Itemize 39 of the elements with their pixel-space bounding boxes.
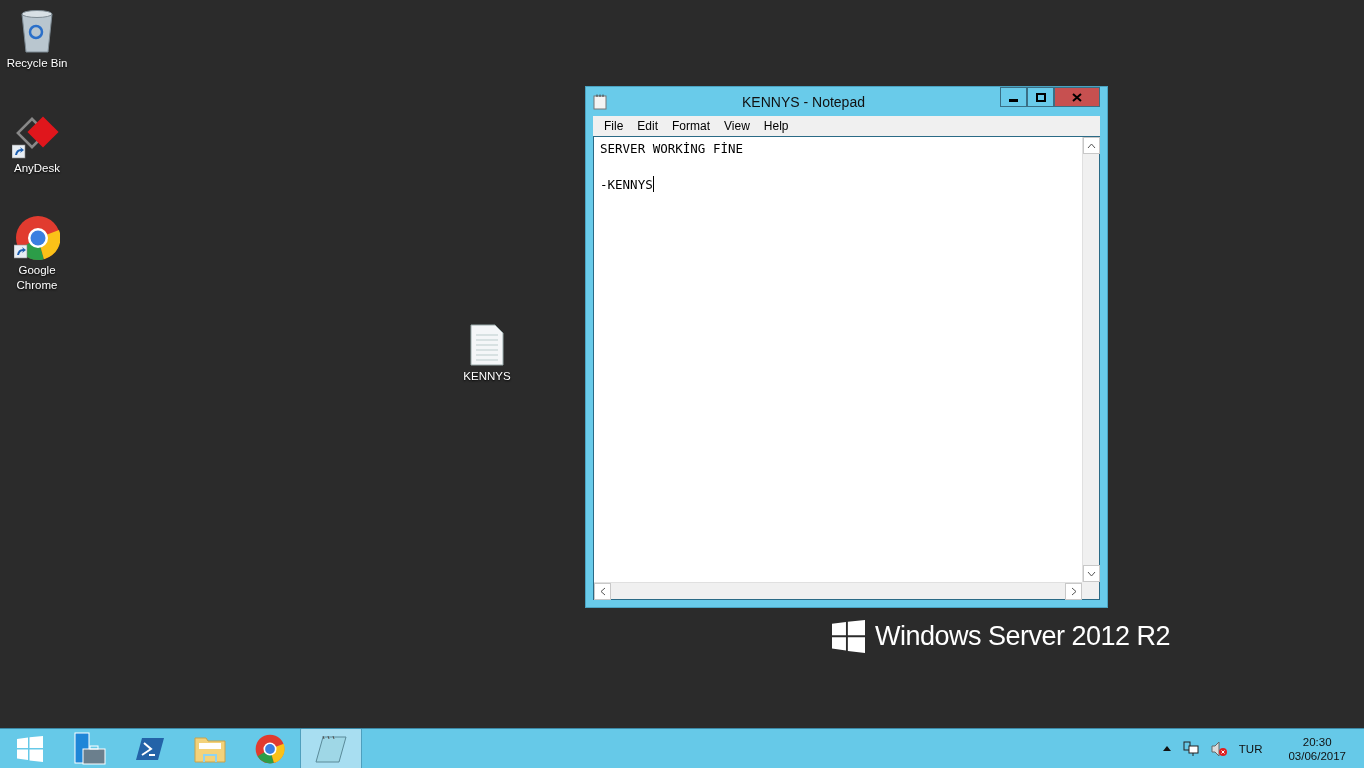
clock-date: 03/06/2017: [1288, 749, 1346, 762]
text-area[interactable]: SERVER WORKİNG FİNE -KENNYS: [593, 136, 1100, 600]
menu-item[interactable]: View: [717, 119, 757, 133]
os-branding-text: Windows Server 2012 R2: [875, 621, 1171, 652]
vertical-scrollbar[interactable]: [1082, 137, 1099, 582]
chevron-left-icon[interactable]: [599, 587, 606, 596]
chevron-up-icon[interactable]: [1087, 142, 1096, 149]
folder-icon[interactable]: [194, 734, 226, 763]
menu-item[interactable]: Edit: [630, 119, 666, 133]
menu-item[interactable]: File: [597, 119, 631, 133]
desktop-icon-label[interactable]: AnyDesk: [14, 161, 60, 176]
close-button[interactable]: [1054, 87, 1100, 107]
chrome-icon[interactable]: [255, 733, 285, 764]
desktop-icon-label[interactable]: Google Chrome: [3, 263, 71, 293]
desktop-icon-label[interactable]: KENNYS: [463, 369, 511, 384]
caret-up-icon[interactable]: [1162, 746, 1171, 751]
windows-logo-icon: [832, 620, 865, 653]
speaker-muted-icon[interactable]: [1210, 740, 1227, 757]
resize-grip[interactable]: [1082, 582, 1099, 599]
menu-item[interactable]: Help: [756, 119, 796, 133]
menu-item[interactable]: Format: [665, 119, 718, 133]
notepad-icon[interactable]: [315, 734, 347, 763]
maximize-button[interactable]: [1027, 87, 1054, 107]
language-indicator[interactable]: TUR: [1238, 742, 1263, 755]
desktop-icon-label[interactable]: Recycle Bin: [6, 56, 68, 71]
horizontal-scrollbar[interactable]: [594, 582, 1082, 599]
chevron-right-icon[interactable]: [1070, 587, 1077, 596]
notepad-icon: [593, 93, 607, 110]
clock[interactable]: 20:30 03/06/2017: [1274, 735, 1346, 762]
minimize-button[interactable]: [1000, 87, 1027, 107]
clock-time: 20:30: [1302, 735, 1332, 748]
network-icon[interactable]: [1182, 740, 1199, 757]
chevron-down-icon[interactable]: [1087, 570, 1096, 577]
window-title: KENNYS - Notepad: [741, 93, 866, 110]
close-icon[interactable]: [1072, 92, 1082, 102]
document-text: SERVER WORKİNG FİNE -KENNYS: [599, 140, 744, 194]
maximize-icon[interactable]: [1035, 92, 1046, 102]
server-manager-icon[interactable]: [73, 731, 107, 766]
powershell-icon[interactable]: [136, 735, 164, 762]
